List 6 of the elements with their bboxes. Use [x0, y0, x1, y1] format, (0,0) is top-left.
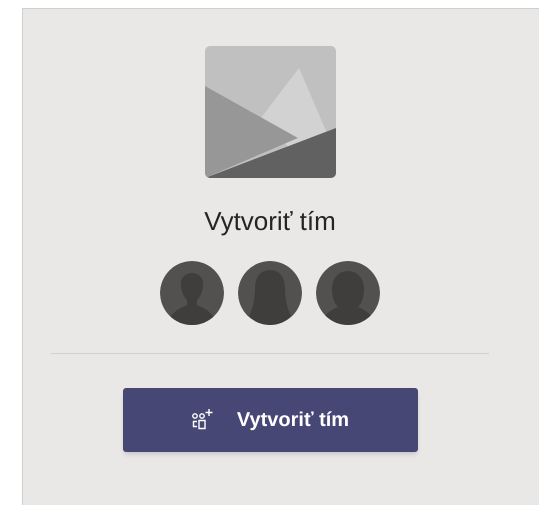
- card-title: Vytvoriť tím: [204, 205, 336, 237]
- avatar-icon: [238, 261, 302, 325]
- avatar-icon: [160, 261, 224, 325]
- create-team-button[interactable]: Vytvoriť tím: [122, 388, 418, 452]
- avatar-icon: [316, 261, 380, 325]
- add-people-icon: [190, 408, 215, 432]
